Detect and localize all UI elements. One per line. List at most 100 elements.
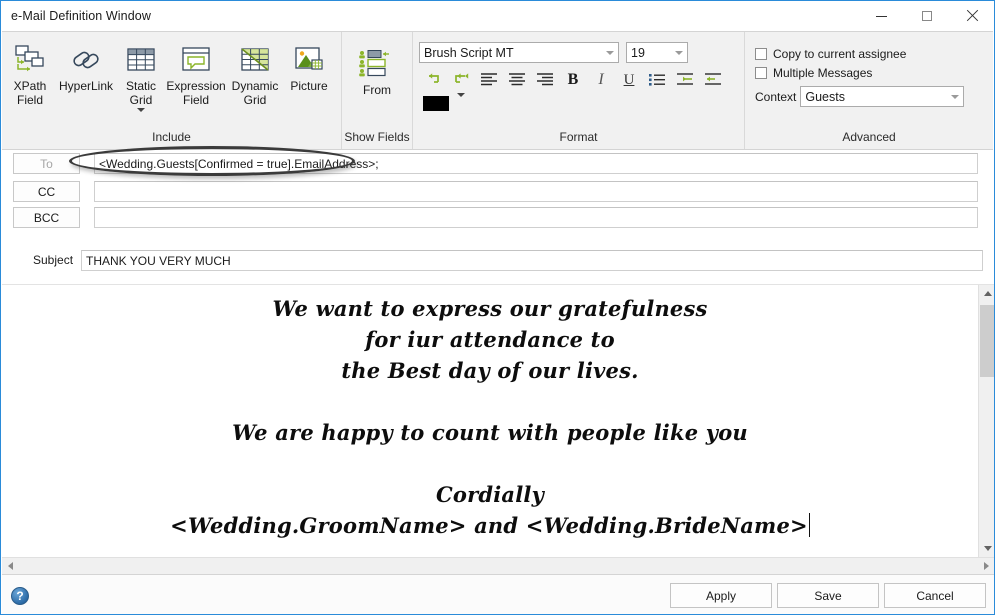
align-center-button[interactable] [503, 68, 531, 92]
align-center-icon [508, 72, 526, 89]
font-color-swatch[interactable] [423, 96, 449, 111]
bold-button[interactable]: B [559, 68, 587, 92]
context-select[interactable]: Guests [800, 86, 965, 107]
static-grid-icon [126, 42, 156, 78]
scroll-left-button[interactable] [2, 558, 19, 574]
picture-icon [294, 42, 324, 78]
body-line-blank [2, 386, 978, 417]
save-button[interactable]: Save [777, 583, 879, 608]
chevron-left-icon [8, 562, 13, 570]
hyperlink-button[interactable]: HyperLink [55, 36, 117, 108]
bold-icon: B [567, 71, 579, 88]
align-left-icon [480, 72, 498, 89]
chevron-up-icon [983, 291, 992, 296]
body-signature-text: <Wedding.GroomName> and <Wedding.BrideNa… [170, 513, 808, 538]
from-field-icon [357, 46, 397, 82]
underline-button[interactable]: U [615, 68, 643, 92]
redo-button[interactable] [447, 68, 475, 92]
checkbox-icon [755, 47, 767, 60]
copy-to-assignee-checkbox[interactable]: Copy to current assignee [755, 44, 964, 63]
align-right-icon [536, 72, 554, 89]
xpath-field-button[interactable]: XPath Field [5, 36, 55, 108]
scroll-right-button[interactable] [978, 558, 994, 574]
static-grid-button[interactable]: Static Grid [117, 36, 165, 112]
from-button[interactable]: From [346, 40, 408, 98]
undo-icon [423, 71, 443, 90]
dialog-footer: ? Apply Save Cancel [2, 574, 994, 614]
body-horizontal-scrollbar[interactable] [2, 557, 994, 574]
body-line-signature: <Wedding.GroomName> and <Wedding.BrideNa… [2, 510, 978, 541]
to-input[interactable]: <Wedding.Guests[Confirmed = true].EmailA… [94, 153, 978, 174]
bcc-row: BCC [13, 207, 983, 228]
subject-label: Subject [33, 253, 74, 267]
scroll-up-button[interactable] [979, 285, 994, 302]
subject-input[interactable]: THANK YOU VERY MUCH [81, 250, 983, 271]
chevron-down-icon [671, 50, 687, 55]
window-title: e-Mail Definition Window [11, 9, 151, 23]
vertical-scroll-thumb[interactable] [980, 305, 994, 377]
cc-input[interactable] [94, 181, 978, 202]
align-right-button[interactable] [531, 68, 559, 92]
chevron-right-icon [984, 562, 989, 570]
font-family-select[interactable]: Brush Script MT [419, 42, 619, 63]
to-row: To <Wedding.Guests[Confirmed = true].Ema… [13, 153, 983, 174]
underline-icon: U [623, 71, 635, 88]
body-vertical-scrollbar[interactable] [978, 285, 994, 557]
hyperlink-icon [70, 42, 102, 78]
font-family-value: Brush Script MT [424, 45, 514, 60]
increase-indent-button[interactable] [671, 68, 699, 92]
body-line: for iur attendance to [365, 327, 615, 352]
close-button[interactable] [949, 1, 994, 31]
align-left-button[interactable] [475, 68, 503, 92]
email-body-page[interactable]: We want to express our gratefulness for … [2, 285, 978, 557]
undo-button[interactable] [419, 68, 447, 92]
help-icon[interactable]: ? [11, 587, 29, 605]
picture-label: Picture [290, 79, 328, 93]
scroll-down-button[interactable] [979, 540, 994, 557]
context-row: Context Guests [755, 86, 965, 107]
ribbon-group-label-advanced: Advanced [842, 130, 896, 144]
subject-row: THANK YOU VERY MUCH [81, 250, 983, 271]
bcc-button[interactable]: BCC [13, 207, 80, 228]
body-line: We want to express our gratefulness [272, 296, 708, 321]
checkbox-icon [755, 66, 767, 79]
to-button[interactable]: To [13, 153, 80, 174]
ribbon-group-advanced: Copy to current assignee Multiple Messag… [744, 32, 993, 149]
italic-button[interactable]: I [587, 68, 615, 92]
minimize-button[interactable] [859, 1, 904, 31]
body-line-blank [2, 448, 978, 479]
chevron-down-icon[interactable] [137, 108, 145, 112]
maximize-button[interactable] [904, 1, 949, 31]
cc-row: CC [13, 181, 983, 202]
multiple-messages-label: Multiple Messages [773, 65, 873, 80]
cancel-button[interactable]: Cancel [884, 583, 986, 608]
bcc-input[interactable] [94, 207, 978, 228]
hyperlink-label: HyperLink [58, 79, 114, 93]
xpath-field-label: XPath Field [13, 79, 47, 107]
dynamic-grid-icon [240, 42, 270, 78]
picture-button[interactable]: Picture [283, 36, 335, 108]
context-value: Guests [805, 89, 845, 104]
dynamic-grid-button[interactable]: Dynamic Grid [227, 36, 283, 108]
ribbon-group-format: Brush Script MT 19 B I U Format [412, 32, 744, 149]
chevron-down-icon [602, 50, 618, 55]
chevron-down-icon [947, 94, 963, 99]
chevron-down-icon [983, 546, 992, 551]
decrease-indent-button[interactable] [699, 68, 727, 92]
cc-button[interactable]: CC [13, 181, 80, 202]
ribbon-group-include: XPath Field HyperLink Static Grid Expres… [2, 32, 341, 149]
email-body-editor[interactable]: We want to express our gratefulness for … [2, 284, 994, 557]
bullet-list-button[interactable] [643, 68, 671, 92]
font-size-value: 19 [631, 45, 645, 60]
ribbon-group-label-include: Include [152, 130, 191, 144]
ribbon-group-label-show-fields: Show Fields [344, 130, 410, 144]
expression-field-button[interactable]: Expression Field [165, 36, 227, 108]
apply-button[interactable]: Apply [670, 583, 772, 608]
maximize-icon [921, 11, 932, 21]
close-icon [966, 10, 978, 22]
multiple-messages-checkbox[interactable]: Multiple Messages [755, 63, 964, 82]
font-color-dropdown-button[interactable] [457, 92, 465, 111]
redo-icon [451, 71, 471, 90]
ribbon: XPath Field HyperLink Static Grid Expres… [2, 31, 993, 150]
font-size-select[interactable]: 19 [626, 42, 688, 63]
